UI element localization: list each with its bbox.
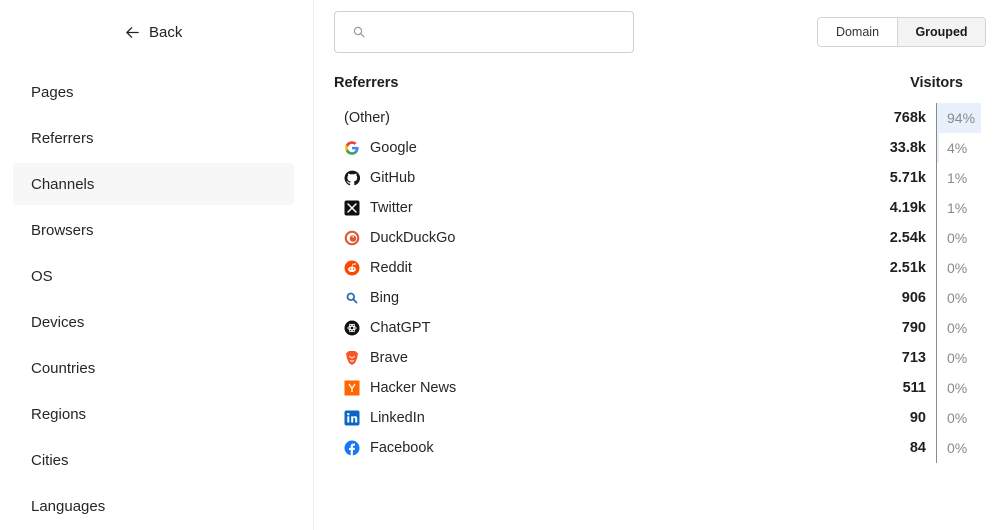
hacker-news-icon <box>344 380 360 396</box>
sidebar-nav: Pages Referrers Channels Browsers OS Dev… <box>13 71 294 530</box>
sidebar-item-label: Regions <box>31 405 87 423</box>
referrer-name: Bing <box>370 290 400 306</box>
table-row[interactable]: Bing 906 0% <box>334 283 984 313</box>
table-row[interactable]: Facebook 84 0% <box>334 433 984 463</box>
referrer-name: (Other) <box>344 110 390 126</box>
referrers-table: (Other) 768k 94% Google 33.8k 4% GitHub … <box>334 103 984 463</box>
referrer-name: LinkedIn <box>370 410 425 426</box>
sidebar-item-label: Channels <box>31 175 95 193</box>
table-row[interactable]: Reddit 2.51k 0% <box>334 253 984 283</box>
back-button[interactable]: Back <box>125 22 182 42</box>
visitor-percent: 0% <box>947 350 968 366</box>
domain-toggle-button[interactable]: Domain <box>818 18 898 46</box>
sidebar-item-countries[interactable]: Countries <box>13 347 294 389</box>
visitor-count: 33.8k <box>889 140 926 156</box>
sidebar-item-devices[interactable]: Devices <box>13 301 294 343</box>
visitor-percent: 0% <box>947 260 968 276</box>
table-row[interactable]: Twitter 4.19k 1% <box>334 193 984 223</box>
referrer-name: Google <box>370 140 417 156</box>
sidebar-item-browsers[interactable]: Browsers <box>13 209 294 251</box>
back-label: Back <box>149 23 183 41</box>
visitor-count: 713 <box>901 350 926 366</box>
duckduckgo-icon <box>344 230 360 246</box>
sidebar-item-languages[interactable]: Languages <box>13 485 294 527</box>
table-row[interactable]: (Other) 768k 94% <box>334 103 984 133</box>
visitor-count: 2.51k <box>889 260 926 276</box>
visitor-count: 768k <box>893 110 926 126</box>
referrer-name: Reddit <box>370 260 412 276</box>
visitor-count: 4.19k <box>889 200 926 216</box>
visitor-count: 90 <box>909 410 926 426</box>
visitor-percent: 1% <box>947 200 968 216</box>
referrer-name: Twitter <box>370 200 413 216</box>
table-row[interactable]: ChatGPT 790 0% <box>334 313 984 343</box>
sidebar-item-label: Countries <box>31 359 96 377</box>
linkedin-icon <box>344 410 360 426</box>
visitors-column-header[interactable]: Visitors <box>910 75 963 91</box>
arrow-left-icon <box>126 26 139 38</box>
referrers-column-header: Referrers <box>334 75 399 91</box>
table-row[interactable]: GitHub 5.71k 1% <box>334 163 984 193</box>
referrer-name: Brave <box>370 350 408 366</box>
referrer-name: Facebook <box>370 440 434 456</box>
referrer-name: Hacker News <box>370 380 457 396</box>
visitor-count: 511 <box>902 380 926 396</box>
sidebar-item-regions[interactable]: Regions <box>13 393 294 435</box>
sidebar-item-pages[interactable]: Pages <box>13 71 294 113</box>
visitor-count: 2.54k <box>889 230 926 246</box>
visitor-count: 84 <box>909 440 926 456</box>
visitor-percent: 0% <box>947 230 968 246</box>
visitor-count: 906 <box>901 290 926 306</box>
visitor-percent: 0% <box>947 320 968 336</box>
visitor-percent: 0% <box>947 380 968 396</box>
grouped-toggle-button[interactable]: Grouped <box>898 18 985 46</box>
brave-icon <box>344 350 360 366</box>
table-row[interactable]: Hacker News 511 0% <box>334 373 984 403</box>
sidebar-item-label: Devices <box>31 313 85 331</box>
view-toggle: Domain Grouped <box>817 17 986 47</box>
sidebar-item-label: Languages <box>31 497 106 515</box>
reddit-icon <box>344 260 360 276</box>
sidebar-item-label: Pages <box>31 83 74 101</box>
search-box[interactable] <box>334 11 634 53</box>
x-twitter-icon <box>344 200 360 216</box>
visitor-percent: 1% <box>947 170 968 186</box>
visitor-percent: 0% <box>947 410 968 426</box>
sidebar-item-channels[interactable]: Channels <box>13 163 294 205</box>
referrer-name: DuckDuckGo <box>370 230 456 246</box>
search-input[interactable] <box>375 24 625 40</box>
sidebar-item-label: Cities <box>31 451 69 469</box>
chatgpt-icon <box>344 320 360 336</box>
visitor-count: 790 <box>901 320 926 336</box>
table-row[interactable]: LinkedIn 90 0% <box>334 403 984 433</box>
referrer-name: GitHub <box>370 170 416 186</box>
sidebar: Back Pages Referrers Channels Browsers O… <box>0 0 314 530</box>
table-row[interactable]: Brave 713 0% <box>334 343 984 373</box>
visitor-percent: 0% <box>947 290 968 306</box>
search-icon <box>353 26 365 38</box>
sidebar-item-cities[interactable]: Cities <box>13 439 294 481</box>
sidebar-item-os[interactable]: OS <box>13 255 294 297</box>
visitor-percent: 4% <box>947 140 968 156</box>
sidebar-item-label: OS <box>31 267 53 285</box>
github-icon <box>344 170 360 186</box>
facebook-icon <box>344 440 360 456</box>
google-icon <box>344 140 360 156</box>
visitor-percent: 94% <box>947 110 976 126</box>
sidebar-item-label: Referrers <box>31 129 94 147</box>
bing-search-icon <box>344 290 360 306</box>
referrer-name: ChatGPT <box>370 320 431 336</box>
sidebar-item-label: Browsers <box>31 221 94 239</box>
table-row[interactable]: Google 33.8k 4% <box>334 133 984 163</box>
table-row[interactable]: DuckDuckGo 2.54k 0% <box>334 223 984 253</box>
visitor-count: 5.71k <box>889 170 926 186</box>
sidebar-item-referrers[interactable]: Referrers <box>13 117 294 159</box>
visitor-percent: 0% <box>947 440 968 456</box>
